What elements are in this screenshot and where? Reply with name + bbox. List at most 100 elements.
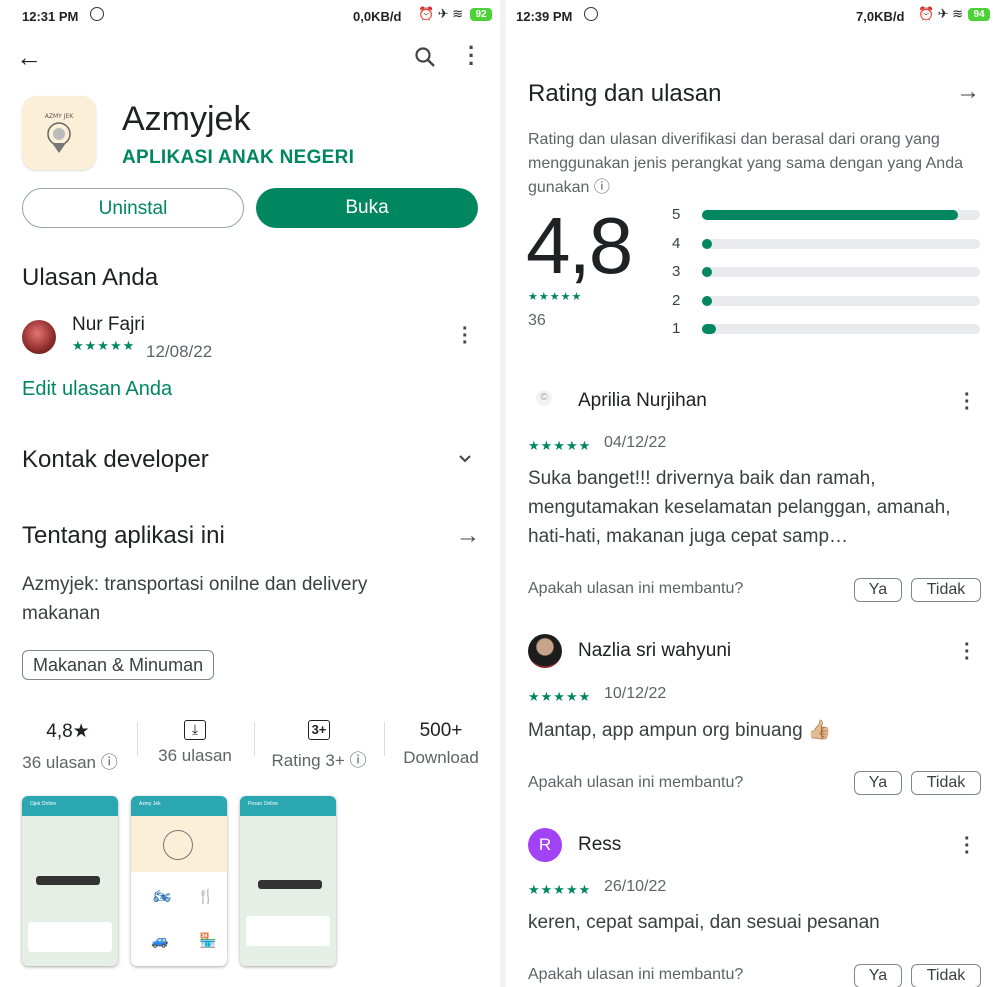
edit-review-link[interactable]: Edit ulasan Anda [22, 378, 172, 401]
your-review-heading: Ulasan Anda [22, 264, 159, 291]
avatar: R [528, 828, 562, 862]
address-card [28, 922, 112, 952]
avatar [22, 320, 56, 354]
rating-bar-label: 3 [672, 263, 681, 280]
rating-bar-fill [702, 267, 712, 277]
stat-divider [137, 722, 138, 756]
logo-circle [163, 830, 193, 860]
screenshot-2[interactable]: Azmy Jek 🏍 🍴 🚙 🏪 [131, 796, 227, 966]
open-button[interactable]: Buka [256, 188, 478, 228]
review-more-icon[interactable]: · · · [964, 385, 971, 419]
helpful-question: Apakah ulasan ini membantu? [528, 966, 744, 983]
arrow-right-icon[interactable]: → [956, 78, 980, 106]
app-details-screen: 12:31 PM 0,0KB/d ⏰ ✈ ≋ 92 ← · · · AZMY JEK… [0, 0, 500, 987]
battery-icon: 94 [968, 8, 990, 21]
stat-divider [384, 722, 385, 756]
content-rating-icon: 3+ [308, 720, 330, 740]
azmy-jek-logo-icon: AZMY JEK [45, 113, 75, 153]
map-pin-label [258, 880, 322, 889]
rating-bar-fill [702, 295, 712, 306]
app-description: Azmyjek: transportasi onilne dan deliver… [22, 574, 368, 624]
helpful-yes-button[interactable]: Ya [854, 771, 902, 795]
reviewer-name: Aprilia Nurjihan [578, 390, 707, 411]
review-date: 10/12/22 [604, 685, 667, 702]
rating-bar-track [702, 267, 980, 277]
category-chip-wrapper: Makanan & Minuman [22, 650, 215, 680]
screenshot-caption: Azmy Jek [139, 801, 161, 807]
helpful-no-button[interactable]: Tidak [911, 771, 981, 795]
stat-reviews-label: 36 ulasan [158, 746, 232, 765]
rating-bar-track [702, 210, 980, 220]
app-name: Azmyjek [122, 100, 251, 138]
more-options-icon[interactable]: · · · [468, 37, 475, 75]
avatar: © [536, 390, 552, 406]
review-text: keren, cepat sampai, dan sesuai pesanan [528, 912, 880, 933]
avatar [528, 634, 562, 668]
rating-bar-track [702, 238, 980, 249]
shop-icon: 🏪 [199, 932, 217, 948]
rating-bar-label: 4 [672, 234, 681, 252]
reviewer-name: Ress [578, 834, 622, 855]
review-stars: ★★★★★ [528, 689, 592, 704]
status-time: 12:39 PM [516, 9, 573, 24]
rating-bar-track [702, 295, 980, 306]
svg-text:AZMY JEK: AZMY JEK [45, 113, 75, 120]
arrow-right-icon[interactable]: → [456, 522, 480, 550]
rating-bar-label: 2 [672, 291, 681, 309]
map-pin-label [36, 876, 100, 885]
reviewer-name: Nur Fajri [72, 314, 145, 335]
helpful-yes-button[interactable]: Ya [854, 578, 902, 602]
stat-downloads-label: Download [403, 748, 479, 767]
developer-link[interactable]: APLIKASI ANAK NEGERI [122, 147, 354, 169]
stat-divider [254, 722, 255, 756]
screenshot-caption: Pesan Online [248, 801, 279, 807]
rating-bar-fill [702, 324, 716, 334]
review-more-icon[interactable]: · · · [964, 635, 971, 669]
chevron-down-icon[interactable] [458, 452, 472, 466]
motor-icon: 🏍 [153, 888, 171, 904]
screenshot-3[interactable]: Pesan Online [240, 796, 336, 966]
ratings-heading: Rating dan ulasan [528, 80, 722, 107]
review-more-icon[interactable]: · · · [462, 319, 469, 353]
status-network-speed: 7,0KB/d [856, 9, 905, 24]
stat-downloads-value: 500+ [419, 720, 463, 741]
contact-developer-heading[interactable]: Kontak developer [22, 446, 209, 474]
helpful-yes-button[interactable]: Ya [854, 964, 902, 987]
stat-content-rating-label: Rating 3+ ⓘ [271, 751, 367, 770]
rating-bar-label: 5 [672, 206, 681, 223]
review-stars: ★★★★★ [528, 882, 592, 897]
review-stars: ★★★★★ [72, 338, 136, 353]
search-icon[interactable] [414, 46, 436, 68]
review-text: Suka banget!!! drivernya baik dan ramah,… [528, 468, 951, 547]
review-date: 26/10/22 [604, 878, 667, 895]
review-more-icon[interactable]: · · · [964, 829, 971, 863]
helpful-no-button[interactable]: Tidak [911, 964, 981, 987]
back-arrow-icon[interactable]: ← [16, 42, 42, 73]
rating-bar-label: 1 [672, 320, 681, 337]
app-icon: AZMY JEK [22, 96, 96, 170]
average-rating: 4,8 [526, 201, 633, 290]
status-network-speed: 0,0KB/d [353, 9, 402, 24]
review-stars: ★★★★★ [528, 438, 592, 453]
about-app-heading[interactable]: Tentang aplikasi ini [22, 522, 225, 550]
review-text: Mantap, app ampun org binuang 👍🏼 [528, 720, 832, 741]
car-icon: 🚙 [151, 932, 169, 948]
battery-icon: 92 [470, 8, 492, 21]
status-time: 12:31 PM [22, 9, 79, 24]
uninstall-button[interactable]: Uninstal [22, 188, 244, 228]
category-chip[interactable]: Makanan & Minuman [22, 650, 215, 680]
ratings-info: Rating dan ulasan diverifikasi dan beras… [528, 131, 963, 196]
address-card [246, 916, 330, 946]
status-icons: ⏰ ✈ ≋ [918, 6, 964, 21]
stat-rating-label: 36 ulasan ⓘ [22, 753, 118, 772]
average-stars: ★★★★★ [528, 291, 583, 303]
rating-bar-track [702, 324, 980, 334]
rating-bar-fill [702, 210, 958, 220]
stats-row: 4,8★ 36 ulasan ⓘ ⤓ 36 ulasan 3+ Rating 3… [0, 716, 500, 776]
review-date: 12/08/22 [146, 342, 213, 361]
screenshot-caption: Ojek Online [30, 801, 57, 807]
helpful-question: Apakah ulasan ini membantu? [528, 580, 744, 597]
helpful-no-button[interactable]: Tidak [911, 578, 981, 602]
screenshot-1[interactable]: Ojek Online [22, 796, 118, 966]
whatsapp-icon [584, 7, 598, 21]
